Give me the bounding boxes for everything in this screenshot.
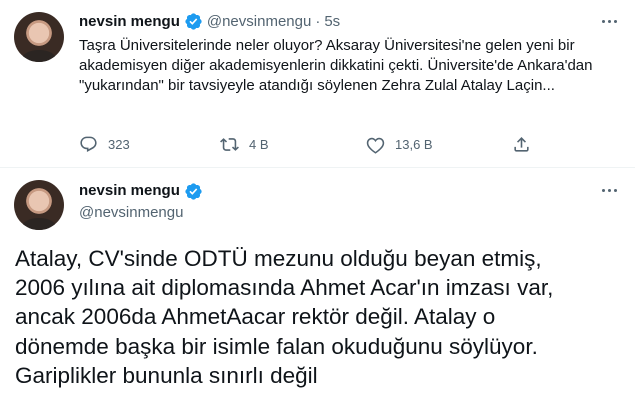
retweet-button[interactable]: 4 B — [220, 133, 269, 155]
more-icon[interactable] — [598, 180, 620, 200]
tweet-text: Taşra Üniversitelerinde neler oluyor? Ak… — [79, 37, 593, 94]
reply-button[interactable]: 323 — [79, 133, 130, 155]
tweet-actions: 323 4 B 13,6 B — [79, 133, 539, 155]
heart-icon — [366, 137, 385, 154]
more-icon[interactable] — [598, 11, 620, 31]
display-name[interactable]: nevsin mengu — [79, 13, 180, 30]
share-icon — [514, 136, 529, 152]
tweet-text: Atalay, CV'sinde ODTÜ mezunu olduğu beya… — [15, 246, 554, 388]
like-count: 13,6 B — [395, 136, 433, 152]
like-button[interactable]: 13,6 B — [366, 133, 433, 155]
avatar[interactable] — [14, 180, 64, 230]
tweet-header: nevsin mengu @nevsinmengu — [79, 180, 207, 224]
handle[interactable]: @nevsinmengu — [79, 202, 183, 224]
handle[interactable]: @nevsinmengu — [207, 13, 311, 30]
reply-count: 323 — [108, 136, 130, 152]
verified-badge-icon — [185, 12, 202, 30]
reply-icon — [80, 136, 97, 152]
retweet-count: 4 B — [249, 136, 269, 152]
verified-badge-icon — [185, 182, 202, 200]
separator: · — [315, 12, 321, 30]
avatar[interactable] — [14, 12, 64, 62]
tweet-1[interactable]: nevsin mengu @nevsinmengu · 5s Taşra Üni… — [0, 0, 635, 168]
display-name[interactable]: nevsin mengu — [79, 180, 180, 202]
tweet-header: nevsin mengu @nevsinmengu · 5s — [79, 11, 340, 31]
share-button[interactable] — [512, 133, 541, 155]
retweet-icon — [220, 137, 239, 151]
timestamp[interactable]: 5s — [324, 13, 340, 30]
